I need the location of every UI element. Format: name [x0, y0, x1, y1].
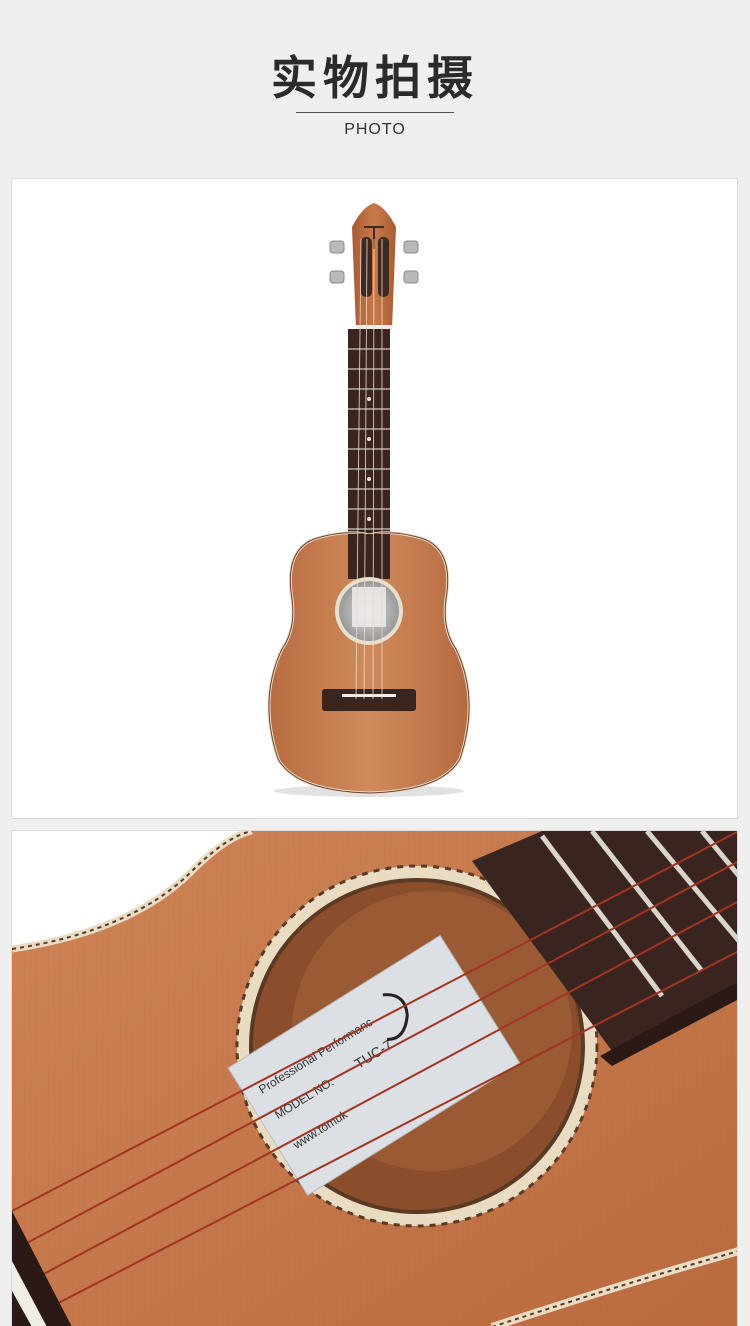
- ukulele-full-image: [267, 203, 471, 797]
- product-photo-full: [11, 178, 738, 819]
- page-title: 实物拍摄: [271, 51, 479, 105]
- ukulele-closeup-image: Professional Performanc MODEL NO. TUC-7 …: [12, 831, 737, 1326]
- product-photo-closeup: Professional Performanc MODEL NO. TUC-7 …: [11, 830, 738, 1326]
- page-subtitle: PHOTO: [344, 121, 406, 138]
- title-divider: [296, 112, 454, 113]
- page-header: 实物拍摄 PHOTO: [0, 0, 750, 170]
